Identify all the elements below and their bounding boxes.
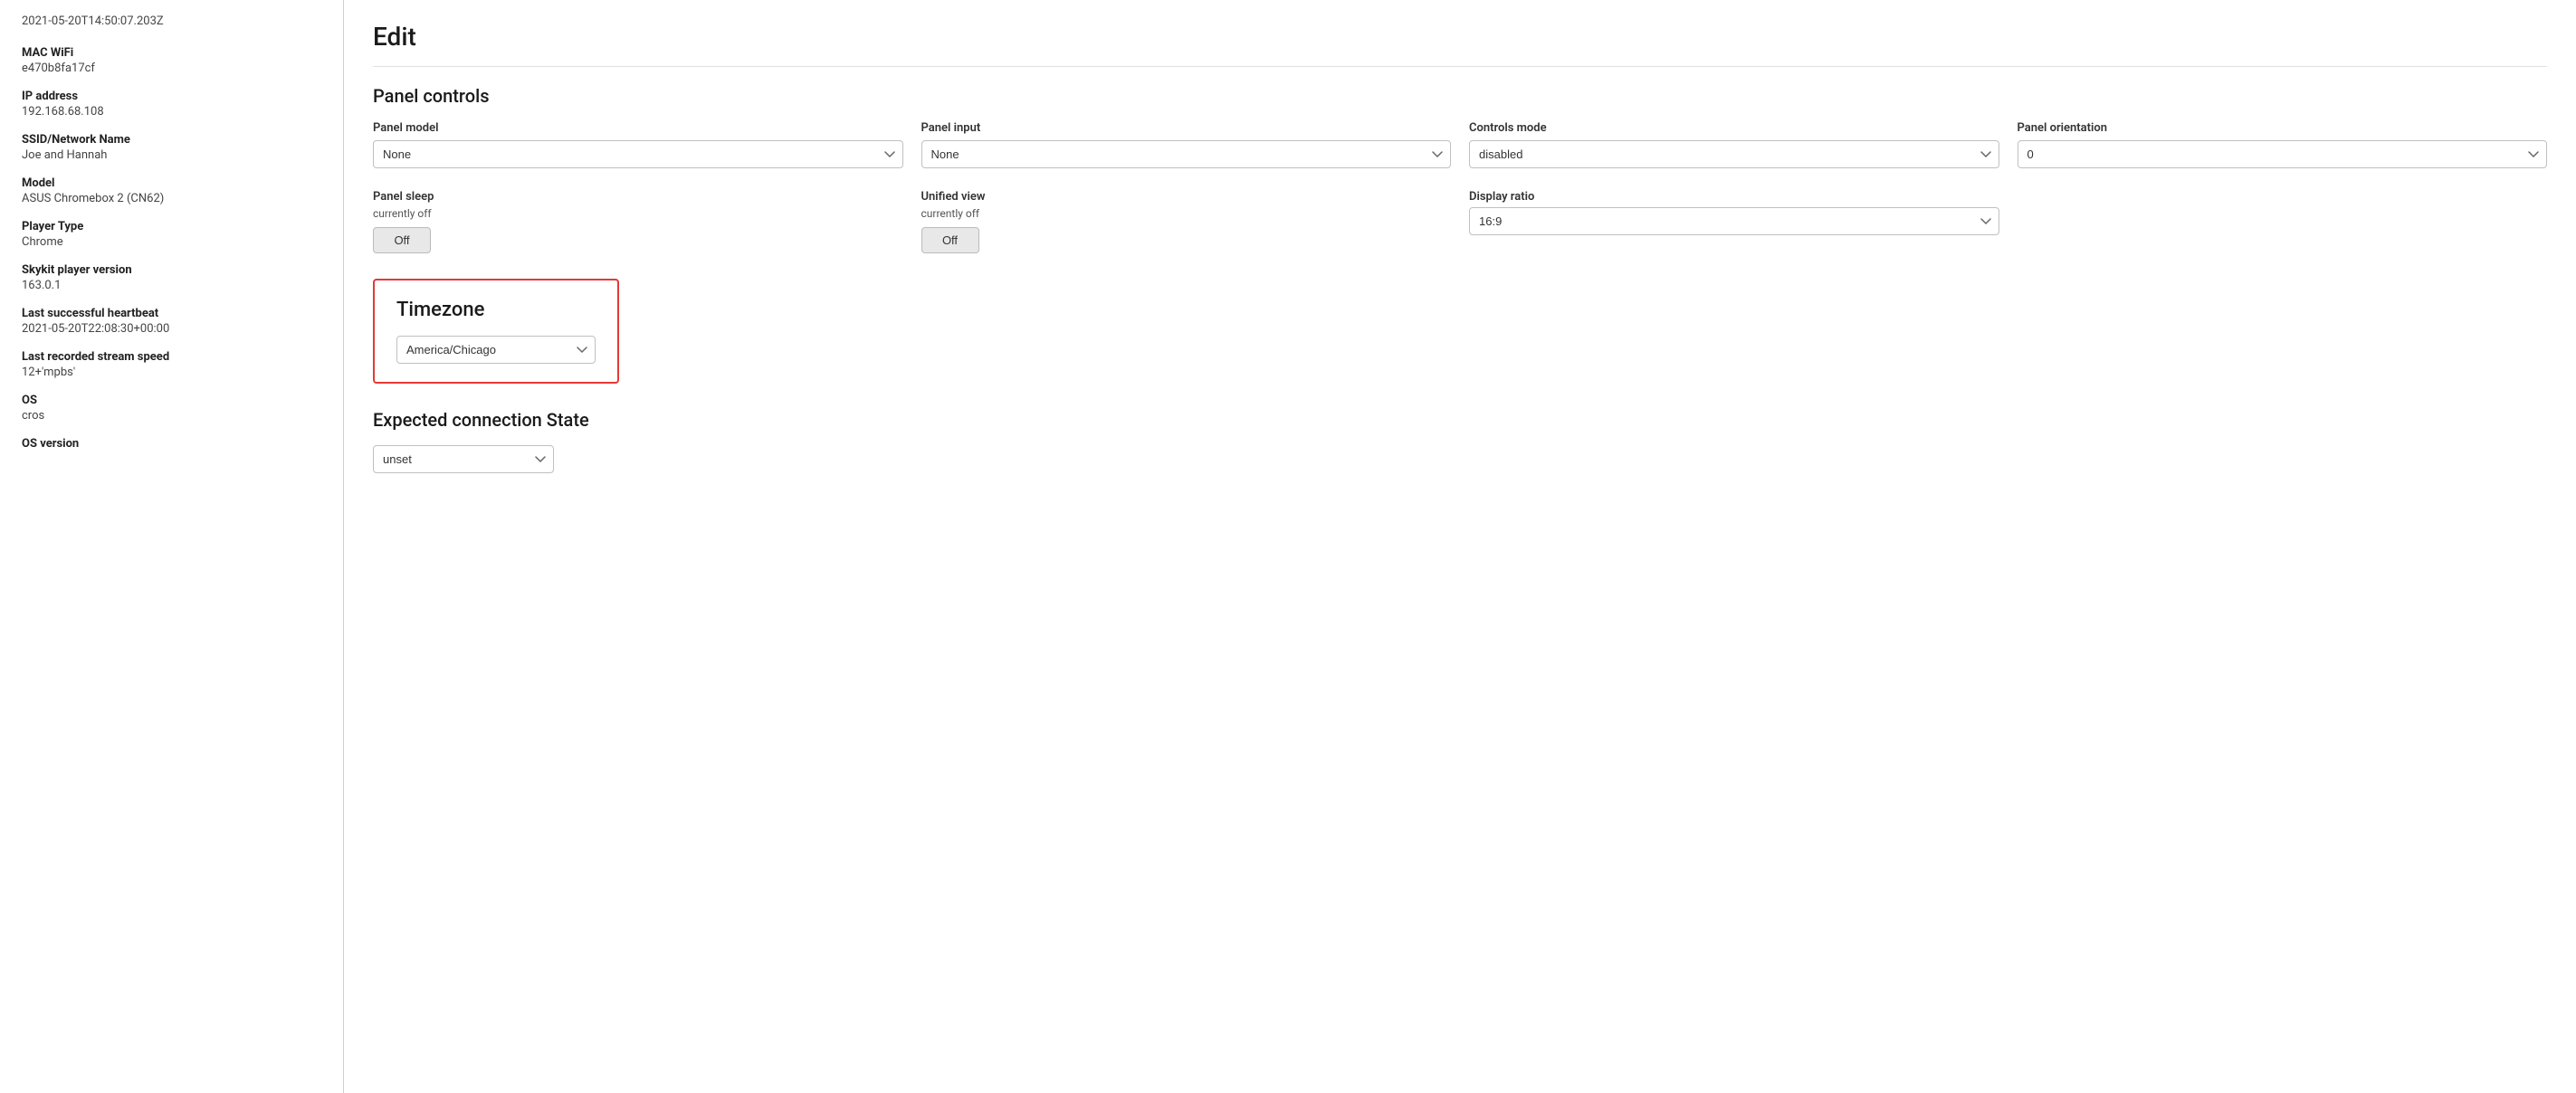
- info-section: MAC WiFi e470b8fa17cf: [22, 46, 321, 75]
- display-ratio-group: Display ratio 16:94:31:1: [1469, 190, 1999, 253]
- info-section: SSID/Network NameJoe and Hannah: [22, 133, 321, 162]
- info-value: cros: [22, 409, 321, 423]
- unified-view-label: Unified view: [921, 190, 1452, 204]
- info-label: Last successful heartbeat: [22, 307, 321, 320]
- info-value: Joe and Hannah: [22, 148, 321, 162]
- info-section: Last successful heartbeat 2021-05-20T22:0…: [22, 307, 321, 336]
- panel-model-select[interactable]: None: [373, 140, 903, 168]
- display-ratio-label: Display ratio: [1469, 190, 1999, 204]
- panel-model-group: Panel model None: [373, 121, 903, 168]
- panel-sleep-status: currently off: [373, 207, 903, 220]
- info-label: Last recorded stream speed: [22, 350, 321, 364]
- unified-view-group: Unified view currently off Off: [921, 190, 1452, 253]
- info-label: SSID/Network Name: [22, 133, 321, 147]
- info-label: Player Type: [22, 220, 321, 233]
- info-value: 2021-05-20T22:08:30+00:00: [22, 322, 321, 336]
- panel-controls-title: Panel controls: [373, 85, 2547, 107]
- info-section: Model ASUS Chromebox 2 (CN62): [22, 176, 321, 205]
- controls-mode-select[interactable]: disabledenabled: [1469, 140, 1999, 168]
- timezone-section: Timezone America/ChicagoAmerica/New_York…: [373, 279, 619, 384]
- timezone-title: Timezone: [396, 299, 596, 321]
- info-section: Skykit player version 163.0.1: [22, 263, 321, 292]
- panel-sleep-group: Panel sleep currently off Off: [373, 190, 903, 253]
- unified-view-status: currently off: [921, 207, 1452, 220]
- right-panel: Edit Panel controls Panel model None Pan…: [344, 0, 2576, 1093]
- panel-controls-second-row: Panel sleep currently off Off Unified vi…: [373, 190, 2547, 253]
- info-label: Skykit player version: [22, 263, 321, 277]
- page-title: Edit: [373, 22, 2547, 67]
- info-section: Last recorded stream speed 12+'mpbs': [22, 350, 321, 379]
- expected-connection-section: Expected connection State unsetonlineoff…: [373, 409, 2547, 473]
- left-panel: 2021-05-20T14:50:07.203Z MAC WiFi e470b8f…: [0, 0, 344, 1093]
- panel-orientation-group: Panel orientation 090180270: [2018, 121, 2548, 168]
- unified-view-button[interactable]: Off: [921, 227, 979, 253]
- info-section: OS cros: [22, 394, 321, 423]
- info-label: Model: [22, 176, 321, 190]
- expected-connection-select[interactable]: unsetonlineoffline: [373, 445, 554, 473]
- timezone-select[interactable]: America/ChicagoAmerica/New_YorkAmerica/L…: [396, 336, 596, 364]
- panel-orientation-select[interactable]: 090180270: [2018, 140, 2548, 168]
- info-label: OS version: [22, 437, 321, 451]
- controls-mode-label: Controls mode: [1469, 121, 1999, 135]
- timestamp: 2021-05-20T14:50:07.203Z: [22, 14, 321, 28]
- panel-sleep-button[interactable]: Off: [373, 227, 431, 253]
- expected-connection-title: Expected connection State: [373, 409, 2547, 431]
- info-value: ASUS Chromebox 2 (CN62): [22, 192, 321, 205]
- info-value: Chrome: [22, 235, 321, 249]
- info-label: MAC WiFi: [22, 46, 321, 60]
- panel-orientation-label: Panel orientation: [2018, 121, 2548, 135]
- panel-input-select[interactable]: None: [921, 140, 1452, 168]
- info-value: e470b8fa17cf: [22, 62, 321, 75]
- panel-sleep-label: Panel sleep: [373, 190, 903, 204]
- info-value: 163.0.1: [22, 279, 321, 292]
- info-label: OS: [22, 394, 321, 407]
- controls-mode-group: Controls mode disabledenabled: [1469, 121, 1999, 168]
- panel-model-label: Panel model: [373, 121, 903, 135]
- panel-controls-first-row: Panel model None Panel input None Contro…: [373, 121, 2547, 168]
- info-section: OS version: [22, 437, 321, 451]
- display-ratio-select[interactable]: 16:94:31:1: [1469, 207, 1999, 235]
- info-section: Player Type Chrome: [22, 220, 321, 249]
- info-value: 12+'mpbs': [22, 366, 321, 379]
- panel-input-group: Panel input None: [921, 121, 1452, 168]
- info-value: 192.168.68.108: [22, 105, 321, 119]
- info-label: IP address: [22, 90, 321, 103]
- panel-input-label: Panel input: [921, 121, 1452, 135]
- info-section: IP address 192.168.68.108: [22, 90, 321, 119]
